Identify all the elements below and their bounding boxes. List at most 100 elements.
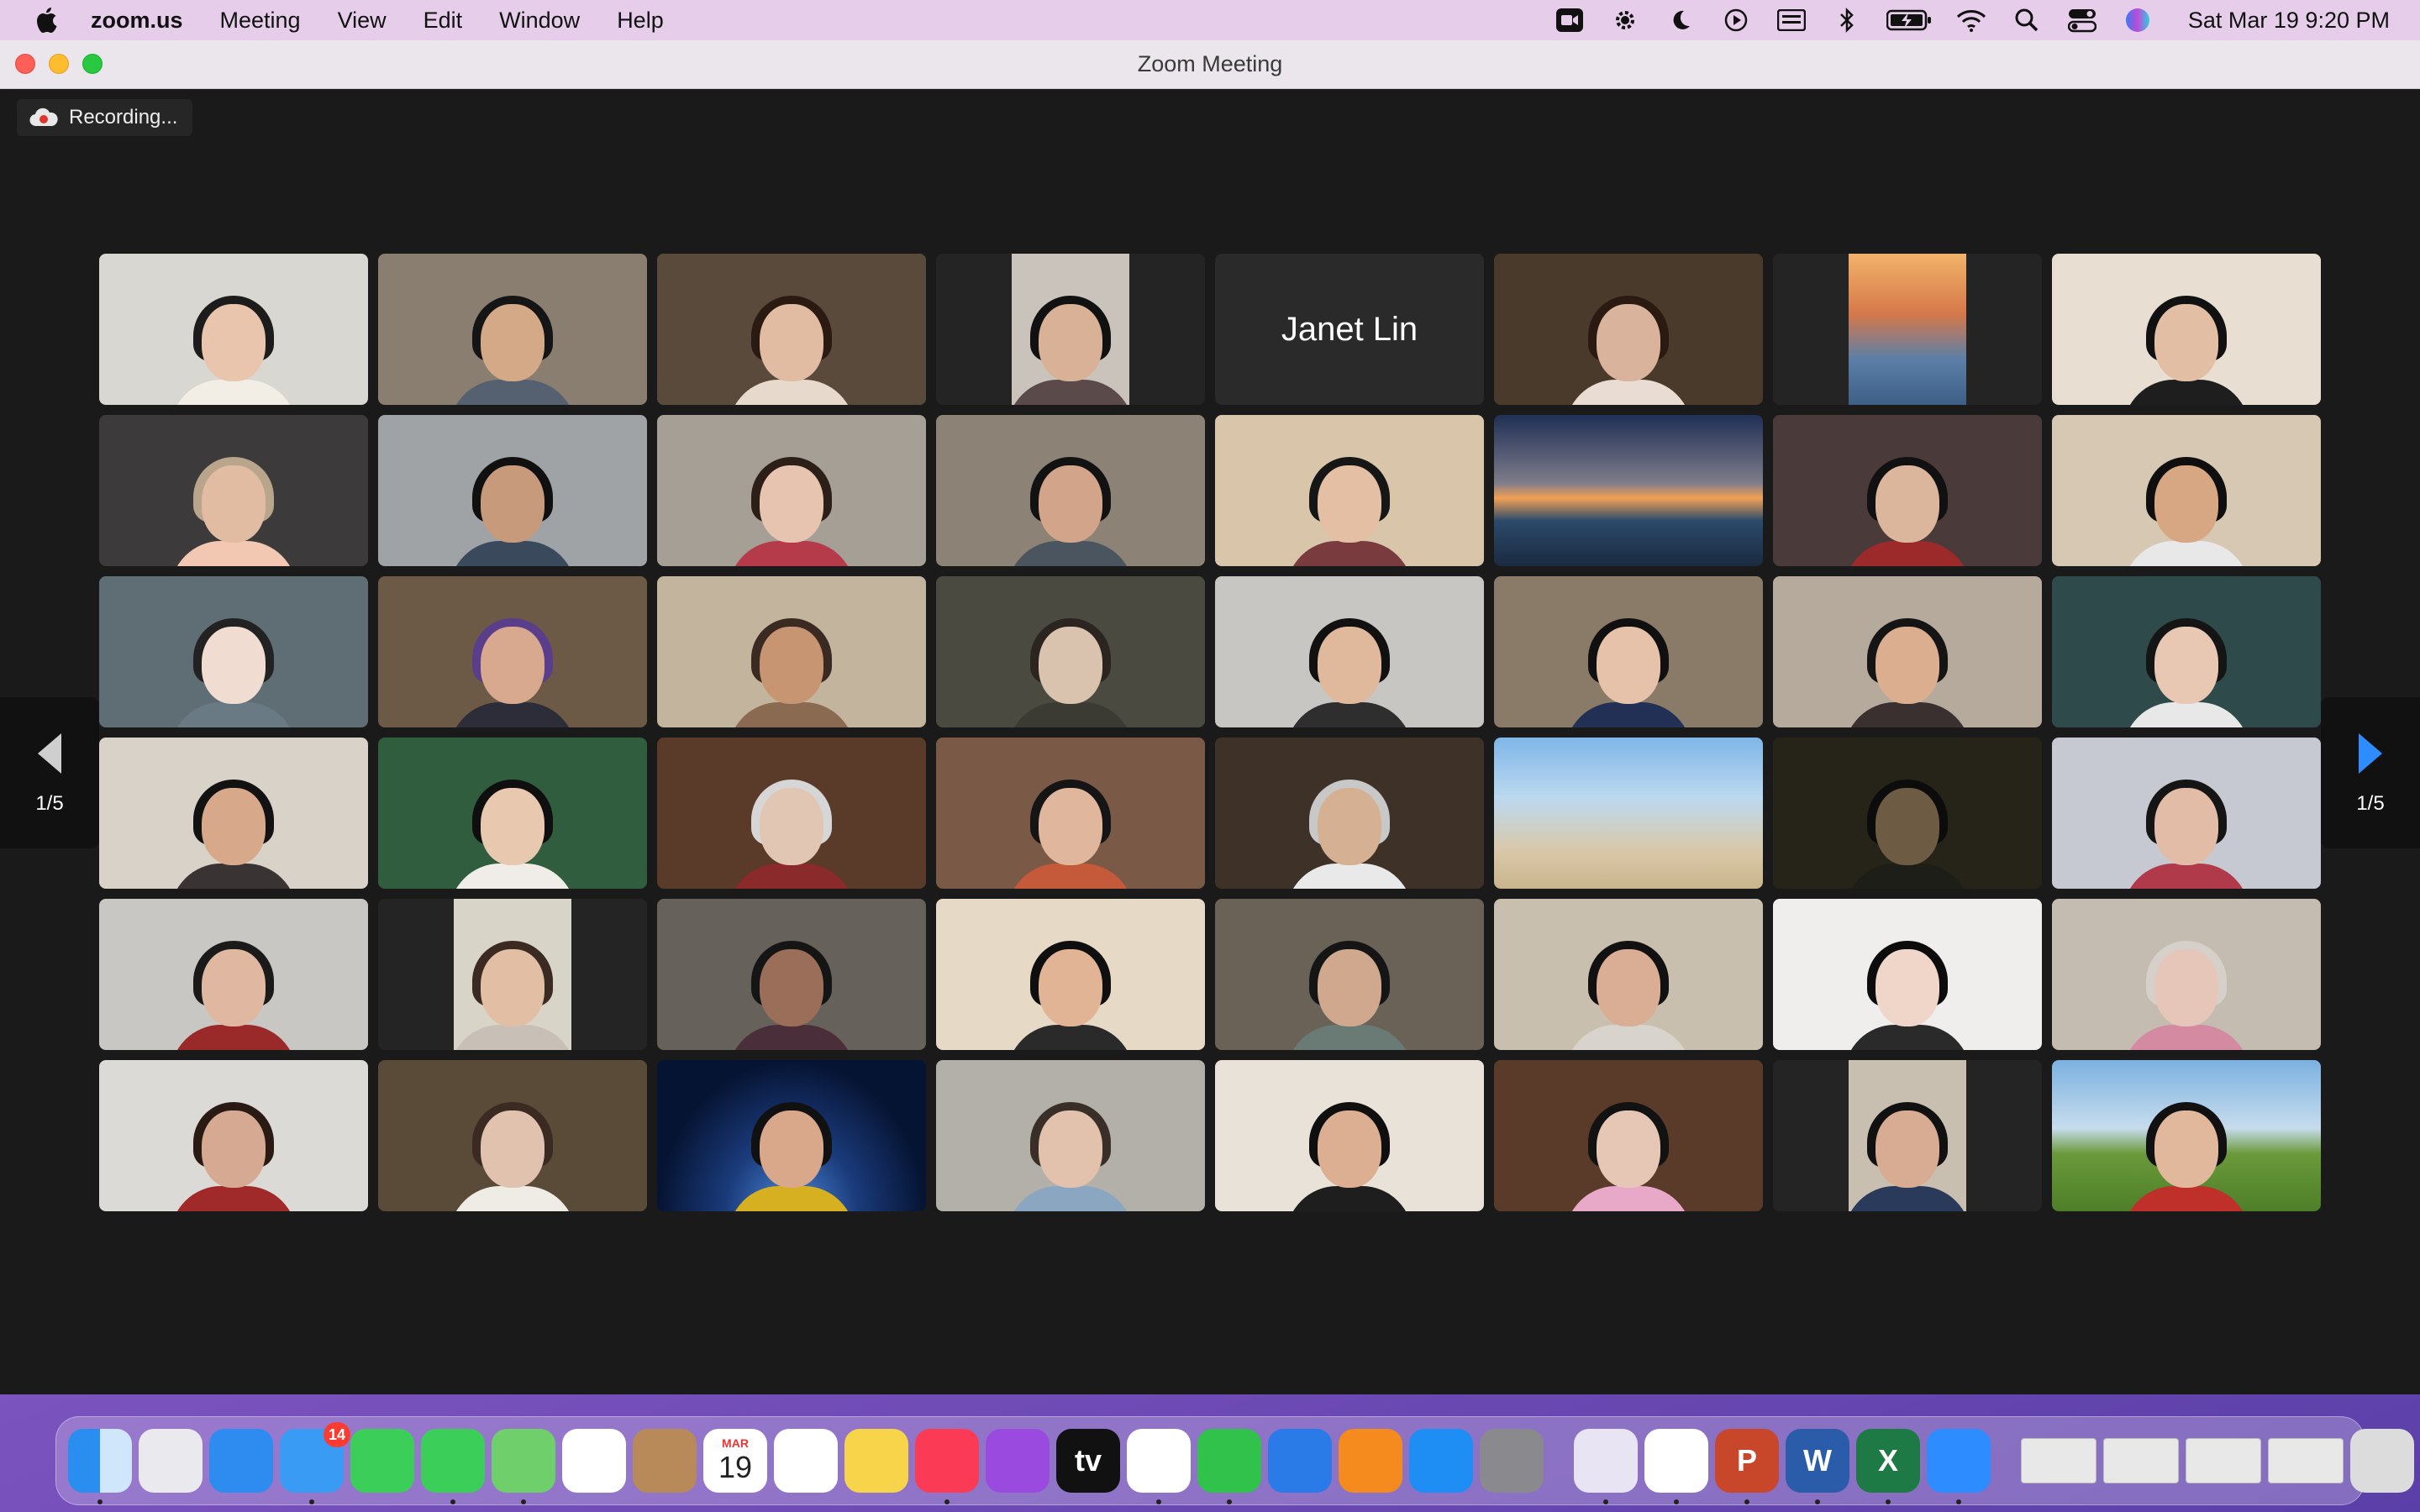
menu-help[interactable]: Help [617, 8, 664, 34]
close-button[interactable] [15, 54, 35, 74]
participant-tile[interactable] [99, 415, 368, 566]
participant-tile[interactable] [2052, 899, 2321, 1050]
participant-tile-active-speaker[interactable] [657, 254, 926, 405]
numbers-icon[interactable] [1197, 1429, 1261, 1504]
participant-tile[interactable] [1215, 415, 1484, 566]
participant-tile[interactable] [378, 1060, 647, 1211]
next-page-button[interactable]: 1/5 [2321, 697, 2420, 848]
fullscreen-button[interactable] [82, 54, 103, 74]
participant-tile[interactable] [1494, 1060, 1763, 1211]
wifi-icon[interactable] [1954, 6, 1988, 34]
trash-icon[interactable] [2350, 1429, 2414, 1493]
participant-tile[interactable] [99, 738, 368, 889]
maps-icon[interactable] [492, 1429, 555, 1504]
participant-tile[interactable] [657, 576, 926, 727]
participant-tile[interactable] [936, 576, 1205, 727]
participant-tile[interactable] [657, 415, 926, 566]
participant-tile[interactable] [1215, 899, 1484, 1050]
minimize-button[interactable] [49, 54, 69, 74]
menu-meeting[interactable]: Meeting [220, 8, 301, 34]
music-icon[interactable] [915, 1429, 979, 1504]
calendar-icon[interactable]: MAR 19 [703, 1429, 767, 1493]
control-center-icon[interactable] [2065, 6, 2099, 34]
previous-page-button[interactable]: 1/5 [0, 697, 99, 848]
zoom-video-icon[interactable] [1553, 6, 1586, 34]
search-icon[interactable] [2010, 6, 2044, 34]
participant-tile[interactable] [1773, 1060, 2042, 1211]
participant-tile[interactable] [1215, 1060, 1484, 1211]
minimized-window-4[interactable] [2268, 1438, 2344, 1483]
participant-tile[interactable] [1215, 576, 1484, 727]
finder-icon[interactable] [68, 1429, 132, 1504]
excel-icon[interactable]: X [1856, 1429, 1920, 1504]
participant-tile[interactable] [1494, 738, 1763, 889]
participant-tile[interactable] [1215, 738, 1484, 889]
menu-edit[interactable]: Edit [424, 8, 463, 34]
participant-tile[interactable] [936, 415, 1205, 566]
menu-clock[interactable]: Sat Mar 19 9:20 PM [2188, 8, 2390, 34]
participant-tile[interactable] [2052, 254, 2321, 405]
participant-tile[interactable] [1773, 576, 2042, 727]
participant-tile[interactable] [1494, 254, 1763, 405]
participant-tile[interactable] [378, 738, 647, 889]
minimized-window-3[interactable] [2186, 1438, 2261, 1483]
safari-icon[interactable] [209, 1429, 273, 1493]
participant-tile[interactable] [1494, 899, 1763, 1050]
participant-tile[interactable] [1773, 738, 2042, 889]
participant-tile[interactable] [1773, 415, 2042, 566]
participant-tile[interactable] [99, 576, 368, 727]
menu-view[interactable]: View [338, 8, 387, 34]
messages-icon[interactable] [421, 1429, 485, 1504]
battery-icon[interactable] [1886, 6, 1933, 34]
launchpad-icon[interactable] [139, 1429, 203, 1493]
reminders-icon[interactable] [774, 1429, 838, 1493]
participant-tile[interactable] [936, 899, 1205, 1050]
participant-tile[interactable] [936, 1060, 1205, 1211]
video-app-icon[interactable] [1574, 1429, 1638, 1504]
participant-tile[interactable] [657, 738, 926, 889]
moon-icon[interactable] [1664, 6, 1697, 34]
siri-icon[interactable] [2121, 6, 2154, 34]
menu-window[interactable]: Window [499, 8, 580, 34]
app-store-icon[interactable] [1409, 1429, 1473, 1493]
bluetooth-icon[interactable] [1830, 6, 1864, 34]
minimized-window-1[interactable] [2021, 1438, 2096, 1483]
word-icon[interactable]: W [1786, 1429, 1849, 1504]
participant-tile[interactable] [936, 254, 1205, 405]
participant-tile[interactable] [1773, 254, 2042, 405]
participant-tile[interactable] [378, 899, 647, 1050]
photos-icon[interactable] [562, 1429, 626, 1493]
participant-tile[interactable] [657, 1060, 926, 1211]
window-titlebar[interactable]: Zoom Meeting [0, 40, 2420, 89]
participant-tile[interactable] [99, 254, 368, 405]
apple-icon[interactable] [30, 3, 64, 37]
recording-indicator[interactable]: Recording... [17, 99, 193, 136]
news-icon[interactable] [1127, 1429, 1191, 1504]
participant-tile[interactable] [99, 1060, 368, 1211]
apple-tv-icon[interactable]: tv [1056, 1429, 1120, 1493]
participant-tile[interactable] [1494, 415, 1763, 566]
participant-tile[interactable] [99, 899, 368, 1050]
participant-tile[interactable] [378, 576, 647, 727]
system-preferences-icon[interactable] [1480, 1429, 1544, 1493]
play-icon[interactable] [1719, 6, 1753, 34]
participant-tile[interactable] [2052, 415, 2321, 566]
participant-tile[interactable] [2052, 1060, 2321, 1211]
participant-tile[interactable] [378, 254, 647, 405]
facetime-icon[interactable] [350, 1429, 414, 1493]
minimized-window-2[interactable] [2103, 1438, 2179, 1483]
keyboard-icon[interactable] [1775, 6, 1808, 34]
participant-tile[interactable] [378, 415, 647, 566]
contacts-icon[interactable] [633, 1429, 697, 1493]
participant-tile[interactable] [2052, 738, 2321, 889]
chrome-icon[interactable] [1644, 1429, 1708, 1504]
participant-tile[interactable] [1494, 576, 1763, 727]
keynote-icon[interactable] [1268, 1429, 1332, 1493]
participant-tile[interactable]: Janet Lin [1215, 254, 1484, 405]
podcasts-icon[interactable] [986, 1429, 1050, 1493]
pages-icon[interactable] [1339, 1429, 1402, 1493]
mail-icon[interactable]: 14 [280, 1422, 350, 1504]
gear-icon[interactable] [1608, 6, 1642, 34]
zoom-icon[interactable] [1927, 1429, 1991, 1504]
participant-tile[interactable] [2052, 576, 2321, 727]
